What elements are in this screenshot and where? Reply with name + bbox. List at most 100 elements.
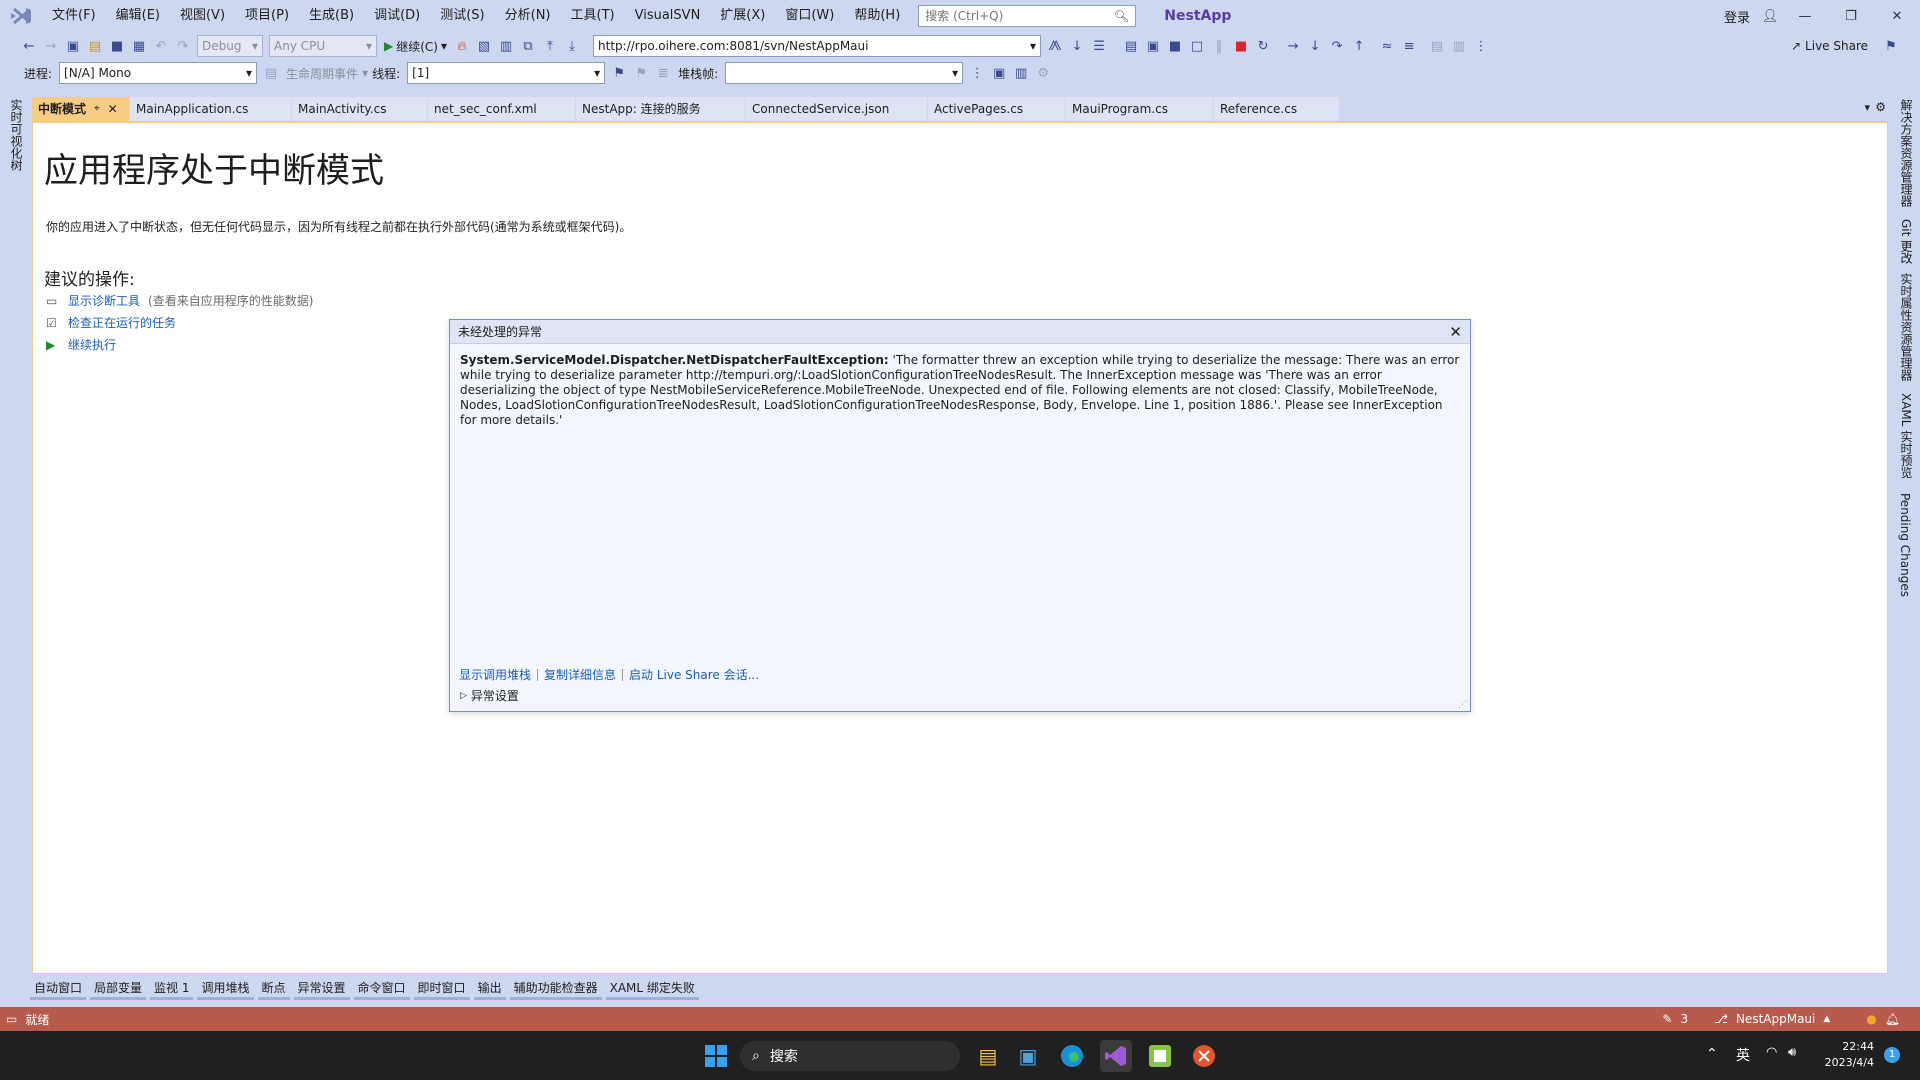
admin-icon[interactable]: ⚑ xyxy=(1880,35,1902,57)
menu-analyze[interactable]: 分析(N) xyxy=(495,0,561,32)
tab-breakpoints[interactable]: 断点 xyxy=(257,979,290,1000)
tab-output[interactable]: 输出 xyxy=(473,979,506,1000)
close-icon[interactable]: ✕ xyxy=(108,97,118,121)
exception-settings-expander[interactable]: ▷ 异常设置 xyxy=(460,687,519,704)
solution-explorer-tab[interactable]: 解决方案资源管理器 xyxy=(1898,99,1915,207)
restore-button[interactable]: ❐ xyxy=(1828,0,1874,32)
tab-call-stack[interactable]: 调用堆栈 xyxy=(197,979,254,1000)
continue-button[interactable]: ▶ 继续(C) ▾ xyxy=(380,38,451,55)
output-icon[interactable]: ▭ xyxy=(6,1012,17,1026)
lifecycle-events-label[interactable]: 生命周期事件 xyxy=(286,65,358,82)
show-next-statement-icon[interactable]: → xyxy=(1282,35,1304,57)
process-select[interactable]: [N/A] Mono ▾ xyxy=(59,62,258,84)
break-all-icon[interactable]: ‖ xyxy=(1208,35,1230,57)
tab-autos[interactable]: 自动窗口 xyxy=(30,979,87,1000)
navigate-forward-icon[interactable]: → xyxy=(40,35,62,57)
configuration-select[interactable]: Debug ▾ xyxy=(197,35,263,57)
tab-list-dropdown-icon[interactable]: ▾ xyxy=(1864,101,1870,114)
search-box[interactable]: 🔍︎ xyxy=(918,5,1137,27)
check-running-tasks-link[interactable]: 检查正在运行的任务 xyxy=(68,314,176,331)
device-icon[interactable]: ▣ xyxy=(988,62,1010,84)
window-icon[interactable]: □ xyxy=(1186,35,1208,57)
clock[interactable]: 22:44 2023/4/4 xyxy=(1818,1039,1874,1071)
upgrade-assistant-icon[interactable] xyxy=(1144,1040,1176,1072)
search-input[interactable] xyxy=(925,9,1115,23)
tab-immediate-window[interactable]: 即时窗口 xyxy=(413,979,470,1000)
menu-edit[interactable]: 编辑(E) xyxy=(106,0,170,32)
menu-extensions[interactable]: 扩展(X) xyxy=(710,0,775,32)
show-call-stack-link[interactable]: 显示调用堆栈 xyxy=(459,666,537,683)
store-icon[interactable]: ▣ xyxy=(1012,1040,1044,1072)
threads-icon[interactable]: ≡ xyxy=(1398,35,1420,57)
branch-name[interactable]: NestAppMaui xyxy=(1736,1012,1815,1026)
git-changes-tab[interactable]: Git 更改 xyxy=(1898,219,1915,264)
save-all-icon[interactable]: ▦ xyxy=(128,35,150,57)
thread-select[interactable]: [1] ▾ xyxy=(407,62,606,84)
input-method-indicator[interactable]: 英 xyxy=(1736,1045,1750,1065)
live-share-button[interactable]: ↗ Live Share xyxy=(1791,39,1868,53)
save-icon[interactable]: ■ xyxy=(106,35,128,57)
tab-mainactivity[interactable]: MainActivity.cs xyxy=(292,97,428,121)
comment-icon[interactable]: ▤ xyxy=(1426,35,1448,57)
svn-commit-icon[interactable]: ⨇ xyxy=(1044,35,1066,57)
svn-url-select[interactable]: http://rpo.oihere.com:8081/svn/NestAppMa… xyxy=(593,35,1042,57)
tab-reference[interactable]: Reference.cs xyxy=(1214,97,1340,121)
tab-activepages[interactable]: ActivePages.cs xyxy=(928,97,1066,121)
menu-build[interactable]: 生成(B) xyxy=(299,0,364,32)
chevron-up-icon[interactable]: ⌃ xyxy=(1706,1046,1718,1062)
close-window-button[interactable]: ✕ xyxy=(1874,0,1920,32)
device-layout-icon[interactable]: ▥ xyxy=(1010,62,1032,84)
open-file-icon[interactable]: ▤ xyxy=(84,35,106,57)
tab-break-mode[interactable]: 中断模式 ⌖ ✕ xyxy=(32,97,130,121)
browse-icon[interactable]: ▧ xyxy=(473,35,495,57)
menu-project[interactable]: 项目(P) xyxy=(235,0,299,32)
volume-icon[interactable]: 🔊︎ xyxy=(1788,1045,1796,1060)
merge-icon[interactable]: ≣ xyxy=(652,62,674,84)
bell-icon[interactable]: 🔔︎ xyxy=(1885,1012,1900,1026)
resize-grip-icon[interactable]: ⋰ xyxy=(1458,700,1467,710)
flag-icon[interactable]: ⚑ xyxy=(608,62,630,84)
windows-start-icon[interactable] xyxy=(700,1040,732,1072)
tab-watch-1[interactable]: 监视 1 xyxy=(150,979,194,1000)
start-live-share-link[interactable]: 启动 Live Share 会话... xyxy=(629,666,765,683)
tab-connectedservice-json[interactable]: ConnectedService.json xyxy=(746,97,928,121)
undo-icon[interactable]: ↶ xyxy=(150,35,172,57)
upload-icon[interactable]: ⤓ xyxy=(561,35,583,57)
deploy-icon[interactable]: ⤒ xyxy=(539,35,561,57)
continue-execution-link[interactable]: 继续执行 xyxy=(68,336,116,353)
live-visual-tree-tab[interactable]: 实时可视化树 xyxy=(8,99,25,171)
attach-icon[interactable]: ⧉ xyxy=(517,35,539,57)
file-explorer-icon[interactable]: ▤ xyxy=(972,1040,1004,1072)
uncomment-icon[interactable]: ▥ xyxy=(1448,35,1470,57)
edge-icon[interactable] xyxy=(1056,1040,1088,1072)
screenshot-icon[interactable]: ▣ xyxy=(1142,35,1164,57)
copy-details-link[interactable]: 复制详细信息 xyxy=(544,666,622,683)
menu-tools[interactable]: 工具(T) xyxy=(561,0,625,32)
menu-visualsvn[interactable]: VisualSVN xyxy=(625,0,711,32)
show-diagnostic-tools-link[interactable]: 显示诊断工具 xyxy=(68,292,140,309)
tab-accessibility-checker[interactable]: 辅助功能检查器 xyxy=(509,979,602,1000)
account-icon[interactable]: 👤︎ xyxy=(1758,0,1782,32)
restart-icon[interactable]: ↻ xyxy=(1252,35,1274,57)
sign-in-link[interactable]: 登录 xyxy=(1716,7,1758,26)
step-out-icon[interactable]: ↑ xyxy=(1348,35,1370,57)
minimize-button[interactable]: — xyxy=(1782,0,1828,32)
platform-select[interactable]: Any CPU ▾ xyxy=(269,35,377,57)
hot-reload-icon[interactable]: 🔥︎ xyxy=(451,35,473,57)
wifi-icon[interactable]: ◠ xyxy=(1766,1045,1777,1060)
live-property-explorer-tab[interactable]: 实时属性资源管理器 xyxy=(1898,273,1915,381)
taskbar-search[interactable]: ⌕ 搜索 xyxy=(740,1041,960,1071)
svn-client-icon[interactable] xyxy=(1188,1040,1220,1072)
close-icon[interactable]: ✕ xyxy=(1449,323,1462,341)
toolbar-overflow-icon[interactable]: ⋮ xyxy=(966,62,988,84)
notification-badge[interactable]: 1 xyxy=(1884,1047,1900,1063)
menu-window[interactable]: 窗口(W) xyxy=(775,0,844,32)
new-item-icon[interactable]: ▣ xyxy=(62,35,84,57)
settings-dim-icon[interactable]: ⚙ xyxy=(1032,62,1054,84)
pending-changes-tab[interactable]: Pending Changes xyxy=(1898,493,1912,597)
pending-edits-count[interactable]: 3 xyxy=(1680,1012,1688,1026)
tab-xaml-binding-failures[interactable]: XAML 绑定失败 xyxy=(605,979,699,1000)
stack-frame-select[interactable]: ▾ xyxy=(725,62,964,84)
pin-icon[interactable]: ⌖ xyxy=(94,97,100,121)
svn-update-icon[interactable]: ↓ xyxy=(1066,35,1088,57)
